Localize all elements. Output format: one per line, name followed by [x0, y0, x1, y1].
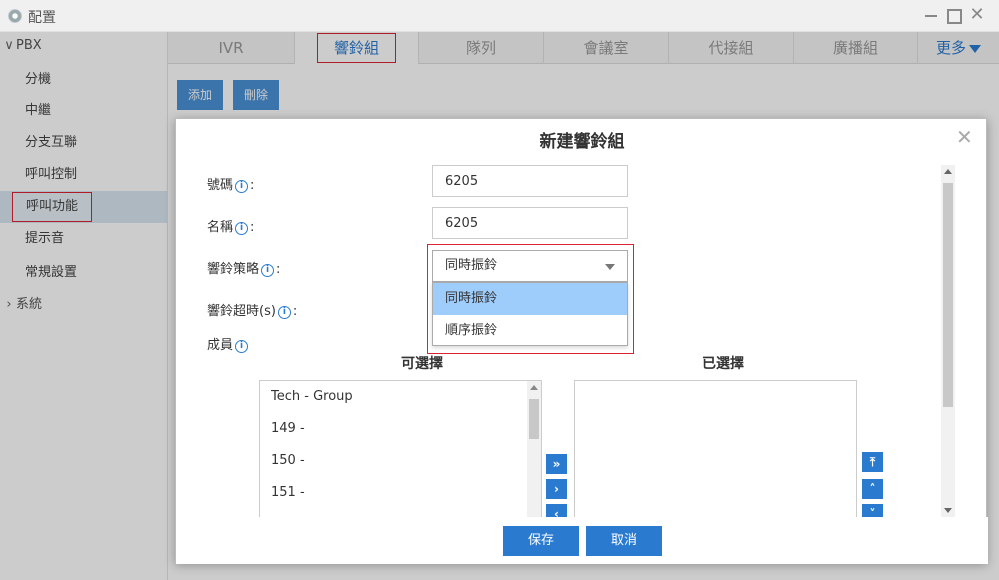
list-item[interactable]: Tech - Group — [260, 381, 541, 413]
maximize-icon[interactable] — [946, 7, 962, 24]
move-top-icon[interactable]: ⤒ — [862, 452, 883, 472]
name-input[interactable] — [432, 207, 628, 239]
scroll-up-icon[interactable] — [530, 385, 538, 390]
selected-list[interactable] — [574, 380, 857, 520]
available-list[interactable]: Tech - Group 149 - 150 - 151 - 152 - 11 — [259, 380, 542, 520]
strategy-option-simultaneous[interactable]: 同時振鈴 — [433, 283, 627, 315]
close-icon[interactable]: ✕ — [956, 125, 973, 149]
move-up-icon[interactable]: ˄ — [862, 479, 883, 499]
window-title: 配置 — [28, 10, 56, 26]
scroll-up-icon[interactable] — [944, 169, 952, 174]
strategy-select[interactable]: 同時振鈴 — [432, 250, 628, 282]
list-item[interactable]: 150 - — [260, 445, 541, 477]
close-window-icon[interactable]: ✕ — [969, 6, 985, 24]
scroll-thumb[interactable] — [943, 183, 953, 407]
number-input[interactable] — [432, 165, 628, 197]
strategy-dropdown: 同時振鈴 順序振鈴 — [432, 282, 628, 346]
selected-title: 已選擇 — [702, 356, 744, 372]
info-icon[interactable]: i — [235, 222, 249, 235]
scroll-down-icon[interactable] — [944, 508, 952, 513]
title-bar: 配置 ✕ — [0, 0, 999, 32]
minimize-icon[interactable] — [923, 7, 939, 23]
info-icon[interactable]: i — [235, 180, 249, 193]
move-right-icon[interactable]: › — [546, 479, 567, 499]
dialog-title: 新建響鈴組 — [539, 132, 625, 152]
scroll-thumb[interactable] — [529, 399, 539, 439]
dialog-scrollbar[interactable] — [941, 165, 955, 517]
move-all-right-icon[interactable]: » — [546, 454, 567, 474]
number-label: 號碼 i: — [207, 178, 255, 193]
strategy-label: 響鈴策略 i: — [207, 262, 281, 277]
save-button[interactable]: 保存 — [503, 526, 579, 556]
timeout-label: 響鈴超時(s) i: — [207, 304, 298, 319]
strategy-option-sequential[interactable]: 順序振鈴 — [433, 315, 627, 347]
app-gear-icon — [8, 9, 22, 23]
info-icon[interactable]: i — [261, 264, 275, 277]
new-ring-group-dialog: 新建響鈴組 ✕ 號碼i: 名稱i: 響鈴策略i: 同時振鈴 同時振鈴 順序振鈴 … — [175, 118, 988, 564]
available-title: 可選擇 — [401, 356, 443, 372]
members-label: 成員 i — [207, 334, 250, 353]
list-item[interactable]: 151 - — [260, 477, 541, 509]
info-icon[interactable]: i — [277, 306, 291, 319]
list-scrollbar[interactable] — [527, 381, 541, 519]
list-item[interactable]: 149 - — [260, 413, 541, 445]
caret-down-icon — [605, 264, 615, 270]
dialog-footer: 保存 取消 — [176, 517, 988, 564]
name-label: 名稱 i: — [207, 220, 255, 235]
info-icon[interactable]: i — [235, 340, 249, 353]
cancel-button[interactable]: 取消 — [586, 526, 662, 556]
